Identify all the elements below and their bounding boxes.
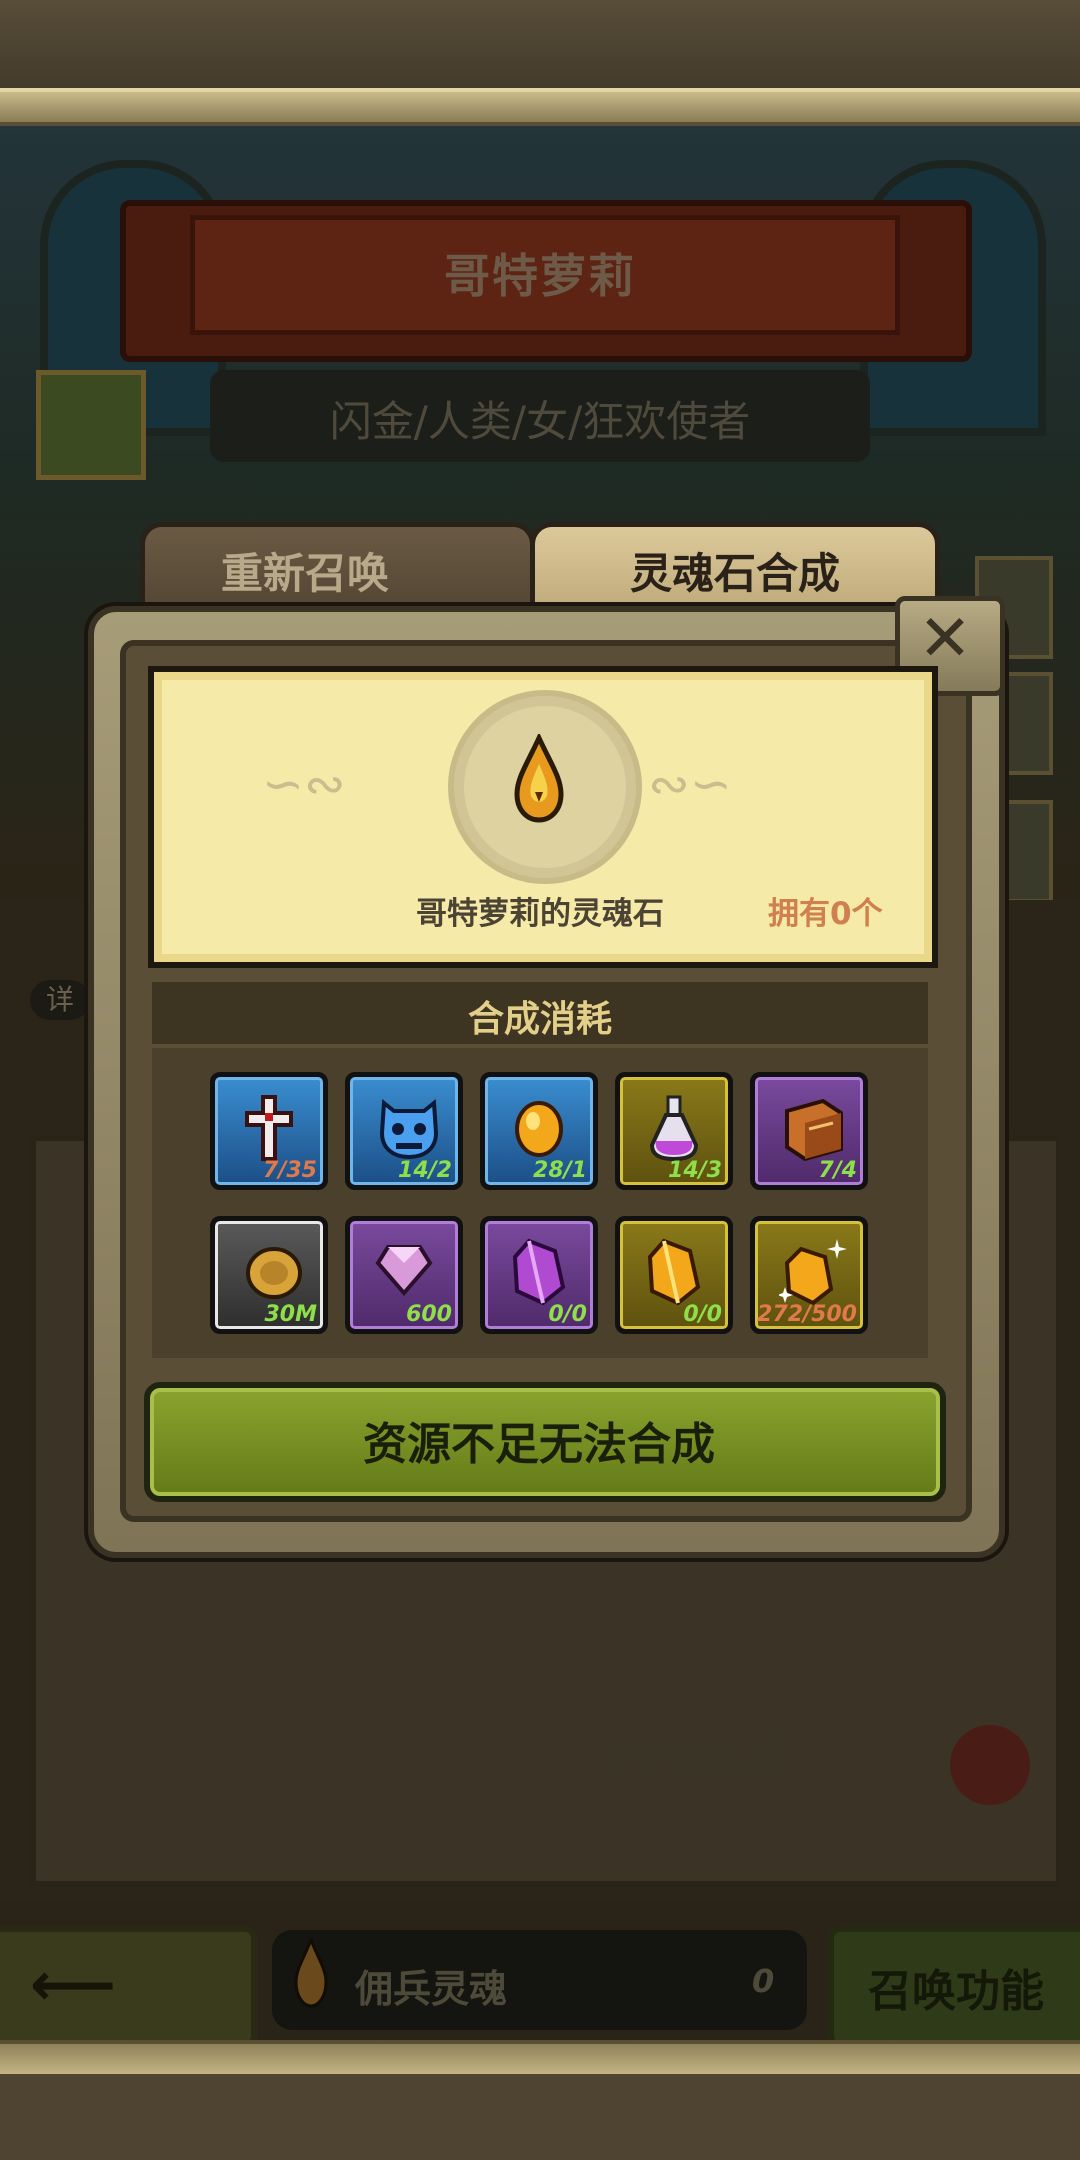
bottom-rail [0, 2040, 1080, 2078]
material-count: 28/1 [533, 1158, 587, 1183]
material-count: 7/35 [263, 1158, 317, 1183]
tab-resummon-label: 重新召唤 [220, 549, 389, 598]
gold-crystal-icon [647, 1238, 701, 1306]
material-count: 272/500 [757, 1302, 857, 1327]
bottom-floor [0, 2074, 1080, 2160]
book-icon [785, 1098, 843, 1162]
cross-icon [245, 1095, 293, 1161]
soulstone-icon [514, 734, 564, 823]
soul-currency-label: 佣兵灵魂 [355, 1967, 508, 2011]
swirl-left-icon: ∽∾ [262, 755, 346, 813]
material-count: 14/2 [398, 1158, 452, 1183]
purple-crystal-icon [512, 1238, 566, 1306]
material-count: 14/3 [668, 1158, 722, 1183]
amber-gem-icon [515, 1101, 563, 1157]
hero-name: 哥特萝莉 [444, 249, 636, 303]
mercenary-soul-icon [294, 1938, 328, 2008]
hero-info: 闪金/人类/女/狂欢使者 [329, 397, 751, 446]
top-rail [0, 88, 1080, 126]
back-arrow-icon: ⟵ [30, 1950, 117, 2020]
coin-icon [246, 1247, 302, 1299]
material-count: 0/0 [683, 1302, 722, 1327]
soulstone-medallion [448, 690, 642, 884]
swirl-right-icon: ∾∽ [648, 755, 732, 813]
material-count: 7/4 [818, 1158, 857, 1183]
material-slot[interactable]: 30M [210, 1216, 328, 1334]
soulstone-name: 哥特萝莉的灵魂石 [416, 896, 664, 932]
scroll-icon[interactable] [36, 370, 146, 480]
close-icon: ✕ [918, 602, 972, 676]
signature-decoration: ℮aaul [610, 1720, 787, 1794]
material-slot[interactable]: 600 [345, 1216, 463, 1334]
material-count: 30M [264, 1302, 317, 1327]
skull-icon [379, 1099, 439, 1160]
material-count: 0/0 [548, 1302, 587, 1327]
soul-currency-bar [272, 1930, 807, 2030]
summon-function-label: 召唤功能 [868, 1966, 1044, 2017]
material-slot[interactable]: 7/4 [750, 1072, 868, 1190]
material-slot[interactable]: 14/3 [615, 1072, 733, 1190]
material-slot[interactable]: 0/0 [480, 1216, 598, 1334]
detail-tag[interactable]: 详 [30, 980, 90, 1020]
potion-icon [649, 1095, 699, 1162]
sparkle-gold-crystal-icon [779, 1239, 847, 1306]
material-slot[interactable]: 28/1 [480, 1072, 598, 1190]
material-slot[interactable]: 14/2 [345, 1072, 463, 1190]
diamond-icon [375, 1245, 433, 1297]
wax-seal-icon [950, 1725, 1030, 1805]
material-slot[interactable]: 0/0 [615, 1216, 733, 1334]
cost-header-label: 合成消耗 [467, 999, 612, 1040]
owned-count: 拥有0个 [768, 896, 883, 932]
material-slot[interactable]: 272/500 [750, 1216, 868, 1334]
material-count: 600 [406, 1302, 452, 1327]
craft-button-label: 资源不足无法合成 [363, 1419, 715, 1470]
tab-soulstone-craft-label: 灵魂石合成 [629, 549, 840, 598]
material-slot[interactable]: 7/35 [210, 1072, 328, 1190]
soul-currency-count: 0 [752, 1962, 775, 2000]
